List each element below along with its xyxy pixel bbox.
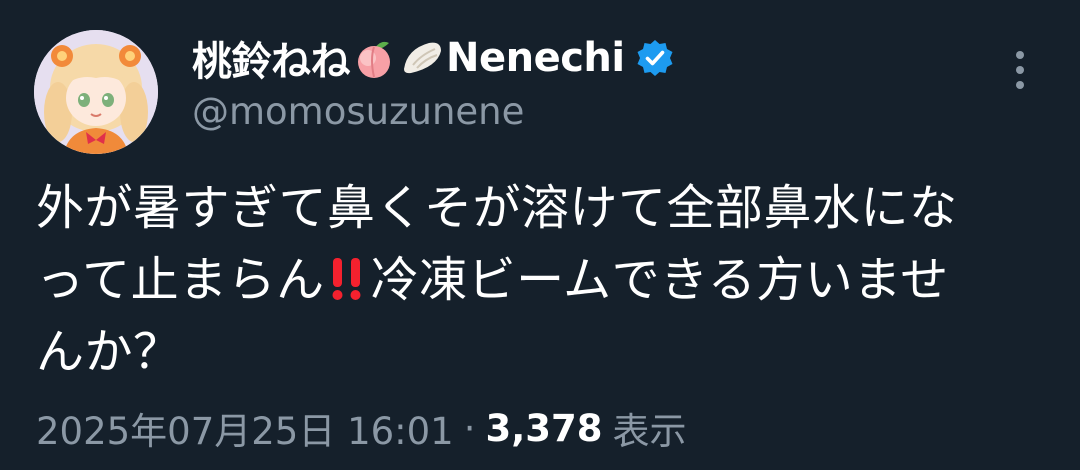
author-handle[interactable]: @momosuzunene	[192, 90, 524, 133]
views-label: 表示	[612, 410, 687, 453]
tweet-text-line: って止まらん 冷凍ビームできる方いませ	[36, 244, 1046, 316]
tweet-text: 外が暑すぎて鼻くそが溶けて全部鼻水にな って止まらん 冷凍ビームできる方いませ ん…	[36, 172, 1046, 388]
meta-separator: ·	[463, 406, 476, 450]
tweet-text-segment: って止まらん	[36, 252, 325, 308]
double-exclamation-icon	[325, 254, 369, 302]
avatar[interactable]	[34, 30, 158, 154]
tweet-timestamp[interactable]: 2025年07月25日 16:01	[36, 401, 454, 455]
author-display-name-suffix[interactable]: Nenechi	[446, 35, 625, 81]
author-display-name[interactable]: 桃鈴ねね	[192, 29, 351, 87]
more-options-button[interactable]	[1000, 45, 1040, 95]
views-count[interactable]: 3,378	[485, 407, 602, 450]
verified-badge-icon[interactable]	[635, 38, 675, 78]
tweet-text-segment: 冷凍ビームできる方いませ	[370, 252, 949, 308]
tweet-text-line: んか？	[36, 324, 182, 380]
tweet-text-line: 外が暑すぎて鼻くそが溶けて全部鼻水にな	[36, 180, 958, 236]
more-vertical-icon	[1016, 51, 1024, 59]
more-vertical-icon-dot	[1016, 66, 1024, 74]
dumpling-emoji-icon	[399, 35, 445, 81]
more-vertical-icon-dot	[1016, 81, 1024, 89]
tweet-meta: 2025年07月25日 16:01 · 3,378 表示	[36, 398, 687, 458]
author-name-row[interactable]: 桃鈴ねね Nenechi	[192, 30, 675, 86]
peach-emoji-icon	[351, 35, 397, 81]
